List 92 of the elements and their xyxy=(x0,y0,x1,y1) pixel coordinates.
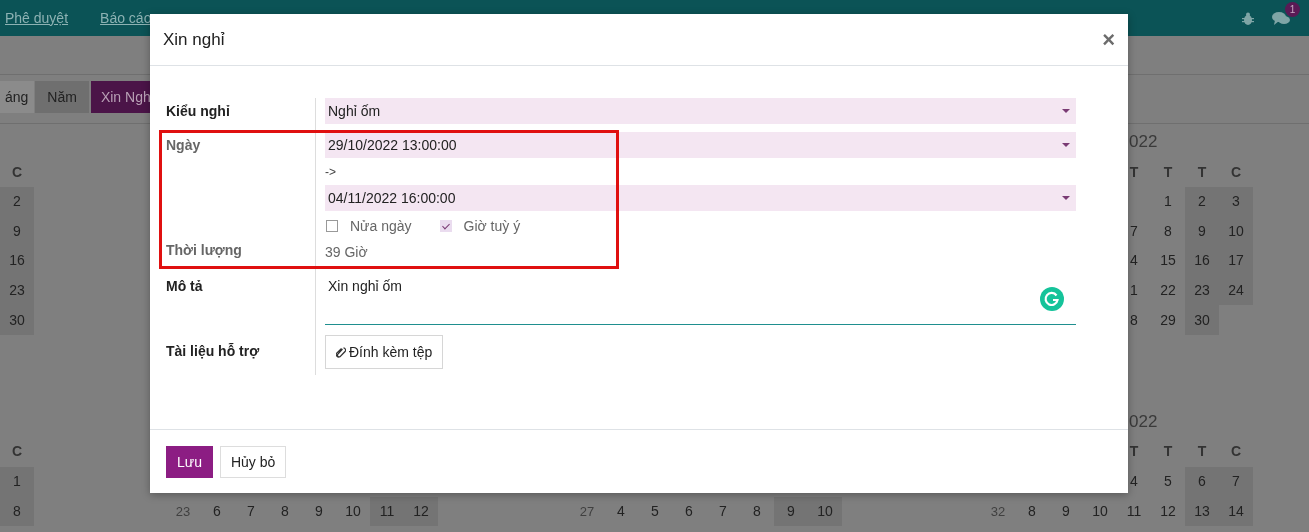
day-cell: 17 xyxy=(1219,246,1253,276)
day-cell-text: 22 xyxy=(1159,281,1177,301)
day-cell-text: 4 xyxy=(616,501,626,521)
day-cell: 9 xyxy=(0,216,34,247)
save-button[interactable]: Lưu xyxy=(166,446,213,478)
weekday-header: C xyxy=(10,162,24,182)
day-cell-text: 8 xyxy=(752,501,762,521)
day-cell-text: 8 xyxy=(1163,221,1173,241)
day-cell-text: 8 xyxy=(1027,501,1037,521)
day-cell: 23 xyxy=(1185,275,1219,306)
day-cell: 16 xyxy=(1185,246,1219,276)
day-cell-text: 7 xyxy=(718,501,728,521)
field-label: Kiểu nghỉ xyxy=(166,102,230,120)
day-cell-text: 1 xyxy=(1163,192,1173,212)
week-number: 23 xyxy=(174,502,192,521)
day-cell: 16 xyxy=(0,246,34,276)
day-cell-text: 7 xyxy=(1129,221,1139,241)
day-cell: 10 xyxy=(808,496,842,527)
view-tab[interactable]: áng xyxy=(0,81,35,113)
arrow-separator: -> xyxy=(325,163,337,181)
cancel-button[interactable]: Hủy bỏ xyxy=(219,446,287,478)
attach-button[interactable]: Đính kèm tệp xyxy=(325,335,444,369)
bug-icon[interactable] xyxy=(1242,11,1254,25)
day-cell-text: 8 xyxy=(1129,310,1139,330)
day-cell: 30 xyxy=(1185,305,1219,335)
chat-icon[interactable] xyxy=(1272,10,1290,26)
day-cell-text: 11 xyxy=(1125,501,1143,521)
weekday-header: T xyxy=(1162,162,1174,182)
checkbox[interactable] xyxy=(326,220,338,232)
month-title: 022 xyxy=(1128,411,1159,434)
day-cell: 3 xyxy=(1219,187,1253,217)
day-cell: 10 xyxy=(1219,216,1253,247)
day-cell: 13 xyxy=(1185,496,1219,527)
day-cell-text: 29 xyxy=(1159,310,1177,330)
day-cell-text: 6 xyxy=(212,501,222,521)
select-field[interactable]: Nghỉ ốm xyxy=(325,98,1076,124)
weekday-header: T xyxy=(1128,442,1140,462)
day-cell: 12 xyxy=(404,496,438,527)
caret-icon xyxy=(1062,109,1070,113)
day-cell-text: 1 xyxy=(1129,281,1139,301)
close-button[interactable]: × xyxy=(1102,28,1115,51)
weekday-header: T xyxy=(1128,162,1140,182)
day-cell-text: 5 xyxy=(650,501,660,521)
day-cell-text: 4 xyxy=(1129,251,1139,271)
day-cell-text: 8 xyxy=(280,501,290,521)
checkbox-label: Nửa ngày xyxy=(350,216,412,236)
day-cell: 23 xyxy=(0,275,34,306)
day-cell-text: 10 xyxy=(1091,501,1109,521)
week-number: 27 xyxy=(578,502,596,521)
weekday-header: C xyxy=(1229,442,1243,462)
day-cell-text: 15 xyxy=(1159,251,1177,271)
weekday-header: C xyxy=(1229,162,1243,182)
day-cell: 8 xyxy=(0,496,34,527)
day-cell: 14 xyxy=(1219,496,1253,527)
day-cell: 2 xyxy=(0,187,34,217)
caret-icon xyxy=(1062,196,1070,200)
checkbox-label: Giờ tuỳ ý xyxy=(463,216,521,236)
menu-item[interactable]: Phê duyệt xyxy=(5,7,69,29)
field-label: Thời lượng xyxy=(166,241,242,259)
day-cell: 9 xyxy=(774,496,808,527)
weekday-header: T xyxy=(1196,442,1208,462)
day-cell-text: 6 xyxy=(684,501,694,521)
caret-icon xyxy=(1062,143,1070,147)
date-field[interactable]: 29/10/2022 13:00:00 xyxy=(325,132,1076,158)
dialog-title: Xin nghỉ xyxy=(163,28,225,51)
day-cell: 2 xyxy=(1185,187,1219,217)
paperclip-icon[interactable] xyxy=(336,345,346,359)
day-cell: 30 xyxy=(0,305,34,335)
day-cell-text: 9 xyxy=(1061,501,1071,521)
day-cell: 7 xyxy=(1219,466,1253,497)
day-cell-text: 7 xyxy=(246,501,256,521)
day-cell-text: 4 xyxy=(1129,472,1139,492)
day-cell-text: 5 xyxy=(1163,472,1173,492)
day-cell: 9 xyxy=(1185,216,1219,247)
field-label: Mô tả xyxy=(166,277,203,295)
weekday-header: C xyxy=(10,442,24,462)
day-cell: 24 xyxy=(1219,275,1253,306)
date-field[interactable]: 04/11/2022 16:00:00 xyxy=(325,185,1076,211)
weekday-header: T xyxy=(1196,162,1208,182)
weekday-header: T xyxy=(1162,442,1174,462)
month-title: 022 xyxy=(1128,131,1159,154)
field-label: Tài liệu hỗ trợ xyxy=(166,342,260,360)
day-cell: 6 xyxy=(1185,466,1219,497)
field-label: Ngày xyxy=(166,136,201,154)
week-number: 32 xyxy=(989,502,1007,521)
day-cell: 11 xyxy=(370,496,404,527)
day-cell-text: 10 xyxy=(344,501,362,521)
day-cell-text: 12 xyxy=(1159,501,1177,521)
duration-value: 39 Giờ xyxy=(325,242,369,262)
day-cell: 1 xyxy=(0,466,34,497)
message-count-badge: 1 xyxy=(1285,1,1300,17)
day-cell-text: 9 xyxy=(314,501,324,521)
